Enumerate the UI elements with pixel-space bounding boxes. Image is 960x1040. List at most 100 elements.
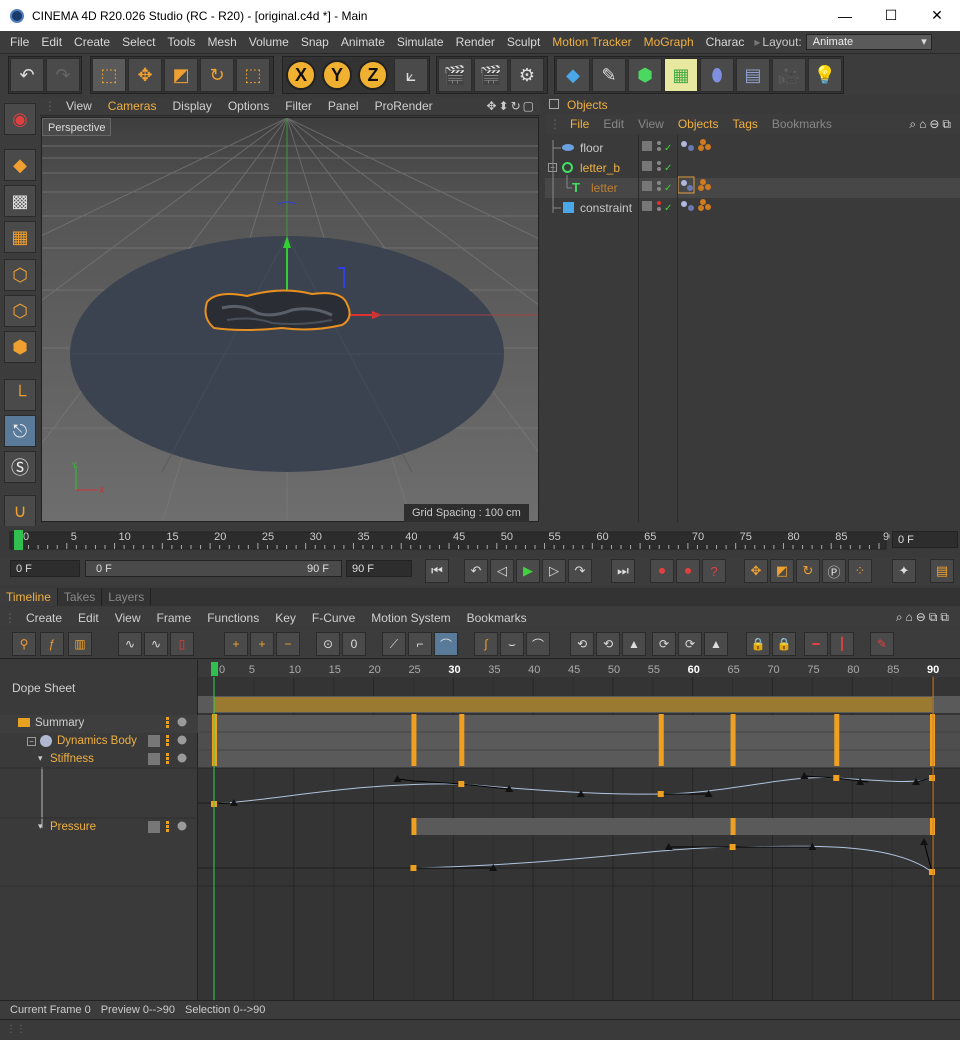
viewport-menu-options[interactable]: Options [220, 99, 277, 113]
add-keys-icon[interactable]: + [250, 632, 274, 656]
key-zero-value-icon[interactable]: 0 [342, 632, 366, 656]
undo-icon[interactable]: ↶ [10, 58, 44, 92]
timeline-menu-frame[interactable]: Frame [149, 611, 200, 625]
objects-menu-edit[interactable]: Edit [596, 117, 631, 131]
next-frame-icon[interactable]: ▷ [542, 559, 566, 583]
tab-takes[interactable]: Takes [58, 588, 103, 606]
timeline-window-icon[interactable]: ▤ [930, 559, 954, 583]
tangent-icon-4[interactable]: ⟳ [652, 632, 676, 656]
go-to-start-icon[interactable]: ⏮ [425, 559, 449, 583]
timeline-menu-bookmarks[interactable]: Bookmarks [459, 611, 535, 625]
play-icon[interactable]: ▶ [516, 559, 540, 583]
menu-overflow-icon[interactable]: ▸ [754, 35, 760, 49]
viewport[interactable]: Y X [41, 117, 539, 522]
timeline-nav-icons[interactable]: ⌕⌂⊖⧉⧉ [896, 610, 952, 625]
key-mode-icon[interactable]: ⚲ [12, 632, 36, 656]
render-view-icon[interactable]: 🎬 [438, 58, 472, 92]
tangent-icon-5[interactable]: ⟳ [678, 632, 702, 656]
solo-icon[interactable]: Ⓢ [4, 451, 36, 483]
enable-axis-icon[interactable]: └ [4, 379, 36, 411]
y-axis-lock-icon[interactable]: Y [322, 60, 352, 90]
viewport-menu-view[interactable]: View [58, 99, 100, 113]
key-zero-icon[interactable]: ⊙ [316, 632, 340, 656]
minimize-button[interactable]: — [822, 0, 868, 31]
viewport-nav-icons[interactable]: ✥⬍↻▢ [486, 99, 536, 113]
tangent-icon-6[interactable]: ▲ [704, 632, 728, 656]
coordinate-system-icon[interactable]: ⟀ [394, 58, 428, 92]
spline-icon[interactable]: ∿ [144, 632, 168, 656]
objects-menu-view[interactable]: View [631, 117, 671, 131]
array-icon[interactable]: ▦ [664, 58, 698, 92]
menu-select[interactable]: Select [116, 35, 161, 49]
make-editable-icon[interactable]: ◉ [4, 103, 36, 135]
scale-icon[interactable]: ◩ [164, 58, 198, 92]
objects-search-icon[interactable]: ⌕⌂⊖⧉ [909, 117, 954, 132]
cube-icon[interactable]: ◆ [556, 58, 590, 92]
key-parameter-icon[interactable]: Ⓟ [822, 559, 846, 583]
redo-icon[interactable]: ↷ [46, 58, 80, 92]
add-key-icon[interactable]: + [224, 632, 248, 656]
dope-sheet-graph[interactable]: 0 5 10 15 20 25 30 35 40 45 50 55 60 65 70 75 80 85 90 [198, 660, 960, 1000]
tangent-icon-3[interactable]: ▲ [622, 632, 646, 656]
panel-toggle-icon[interactable] [549, 99, 559, 109]
tangent-icon-2[interactable]: ⟲ [596, 632, 620, 656]
rotate-icon[interactable]: ↻ [200, 58, 234, 92]
preview-range-slider[interactable]: 0 F 90 F [85, 560, 342, 577]
menu-edit[interactable]: Edit [35, 35, 68, 49]
menu-render[interactable]: Render [450, 35, 501, 49]
timeline-ruler[interactable]: 0 5 10 15 20 25 30 35 40 45 50 55 60 65 70 75 80 85 90 0 F [0, 526, 960, 556]
spline-interp-icon[interactable]: ⌒ [434, 632, 458, 656]
timeline-menu-functions[interactable]: Functions [199, 611, 267, 625]
floor-icon[interactable]: ▤ [736, 58, 770, 92]
record-active-objects-icon[interactable]: ⏺ [650, 559, 674, 583]
viewport-menu-panel[interactable]: Panel [320, 99, 367, 113]
objects-menu-file[interactable]: File [563, 117, 596, 131]
viewport-menu-prorender[interactable]: ProRender [367, 99, 441, 113]
go-to-end-icon[interactable]: ⏭ [611, 559, 635, 583]
pen-icon[interactable]: ✎ [592, 58, 626, 92]
scheme-icon[interactable]: ✦ [892, 559, 916, 583]
lock-time-icon[interactable]: 🔒 [746, 632, 770, 656]
go-to-previous-key-icon[interactable]: ↶ [464, 559, 488, 583]
timeline-menu-motion-system[interactable]: Motion System [363, 611, 458, 625]
model-mode-icon[interactable]: ◆ [4, 149, 36, 181]
menu-file[interactable]: File [4, 35, 35, 49]
objects-menu-tags[interactable]: Tags [726, 117, 765, 131]
menu-mograph[interactable]: MoGraph [638, 35, 700, 49]
step-icon[interactable]: ∿ [118, 632, 142, 656]
deformer-icon[interactable]: ⬮ [700, 58, 734, 92]
menu-animate[interactable]: Animate [335, 35, 391, 49]
render-picture-viewer-icon[interactable]: 🎬 [474, 58, 508, 92]
timeline-menu-key[interactable]: Key [267, 611, 304, 625]
viewport-menu-filter[interactable]: Filter [277, 99, 320, 113]
objects-menu-objects[interactable]: Objects [671, 117, 726, 131]
current-frame-field[interactable]: 0 F [892, 531, 958, 548]
timeline-menu-create[interactable]: Create [18, 611, 70, 625]
timeline-menu-view[interactable]: View [107, 611, 149, 625]
tangent-icon-1[interactable]: ⟲ [570, 632, 594, 656]
render-settings-icon[interactable]: ⚙ [510, 58, 544, 92]
menu-sculpt[interactable]: Sculpt [501, 35, 546, 49]
linear-icon[interactable]: ⟋ [382, 632, 406, 656]
workplane-icon[interactable]: ▦ [4, 221, 36, 253]
autokeying-icon[interactable]: ⏺ [676, 559, 700, 583]
menu-simulate[interactable]: Simulate [391, 35, 450, 49]
menu-volume[interactable]: Volume [243, 35, 295, 49]
timeline-menu-fcurve[interactable]: F-Curve [304, 611, 363, 625]
keyframe-selection-icon[interactable]: ? [702, 559, 726, 583]
lock-value-icon[interactable]: 🔒 [772, 632, 796, 656]
edges-mode-icon[interactable]: ⬡ [4, 295, 36, 327]
step-interp-icon[interactable]: ⌐ [408, 632, 432, 656]
keyframe-brush-icon[interactable]: ✎ [870, 632, 894, 656]
tab-timeline[interactable]: Timeline [0, 588, 58, 606]
move-icon[interactable]: ✥ [128, 58, 162, 92]
ease-in-icon[interactable]: ⌣ [500, 632, 524, 656]
menu-mesh[interactable]: Mesh [201, 35, 242, 49]
fcurve-mode-icon[interactable]: ƒ [40, 632, 64, 656]
tab-layers[interactable]: Layers [102, 588, 152, 606]
snap-icon[interactable]: ∪ [4, 495, 36, 527]
x-axis-lock-icon[interactable]: X [286, 60, 316, 90]
clear-icon[interactable]: ▯ [170, 632, 194, 656]
viewport-menu-cameras[interactable]: Cameras [100, 99, 165, 113]
texture-mode-icon[interactable]: ▩ [4, 185, 36, 217]
